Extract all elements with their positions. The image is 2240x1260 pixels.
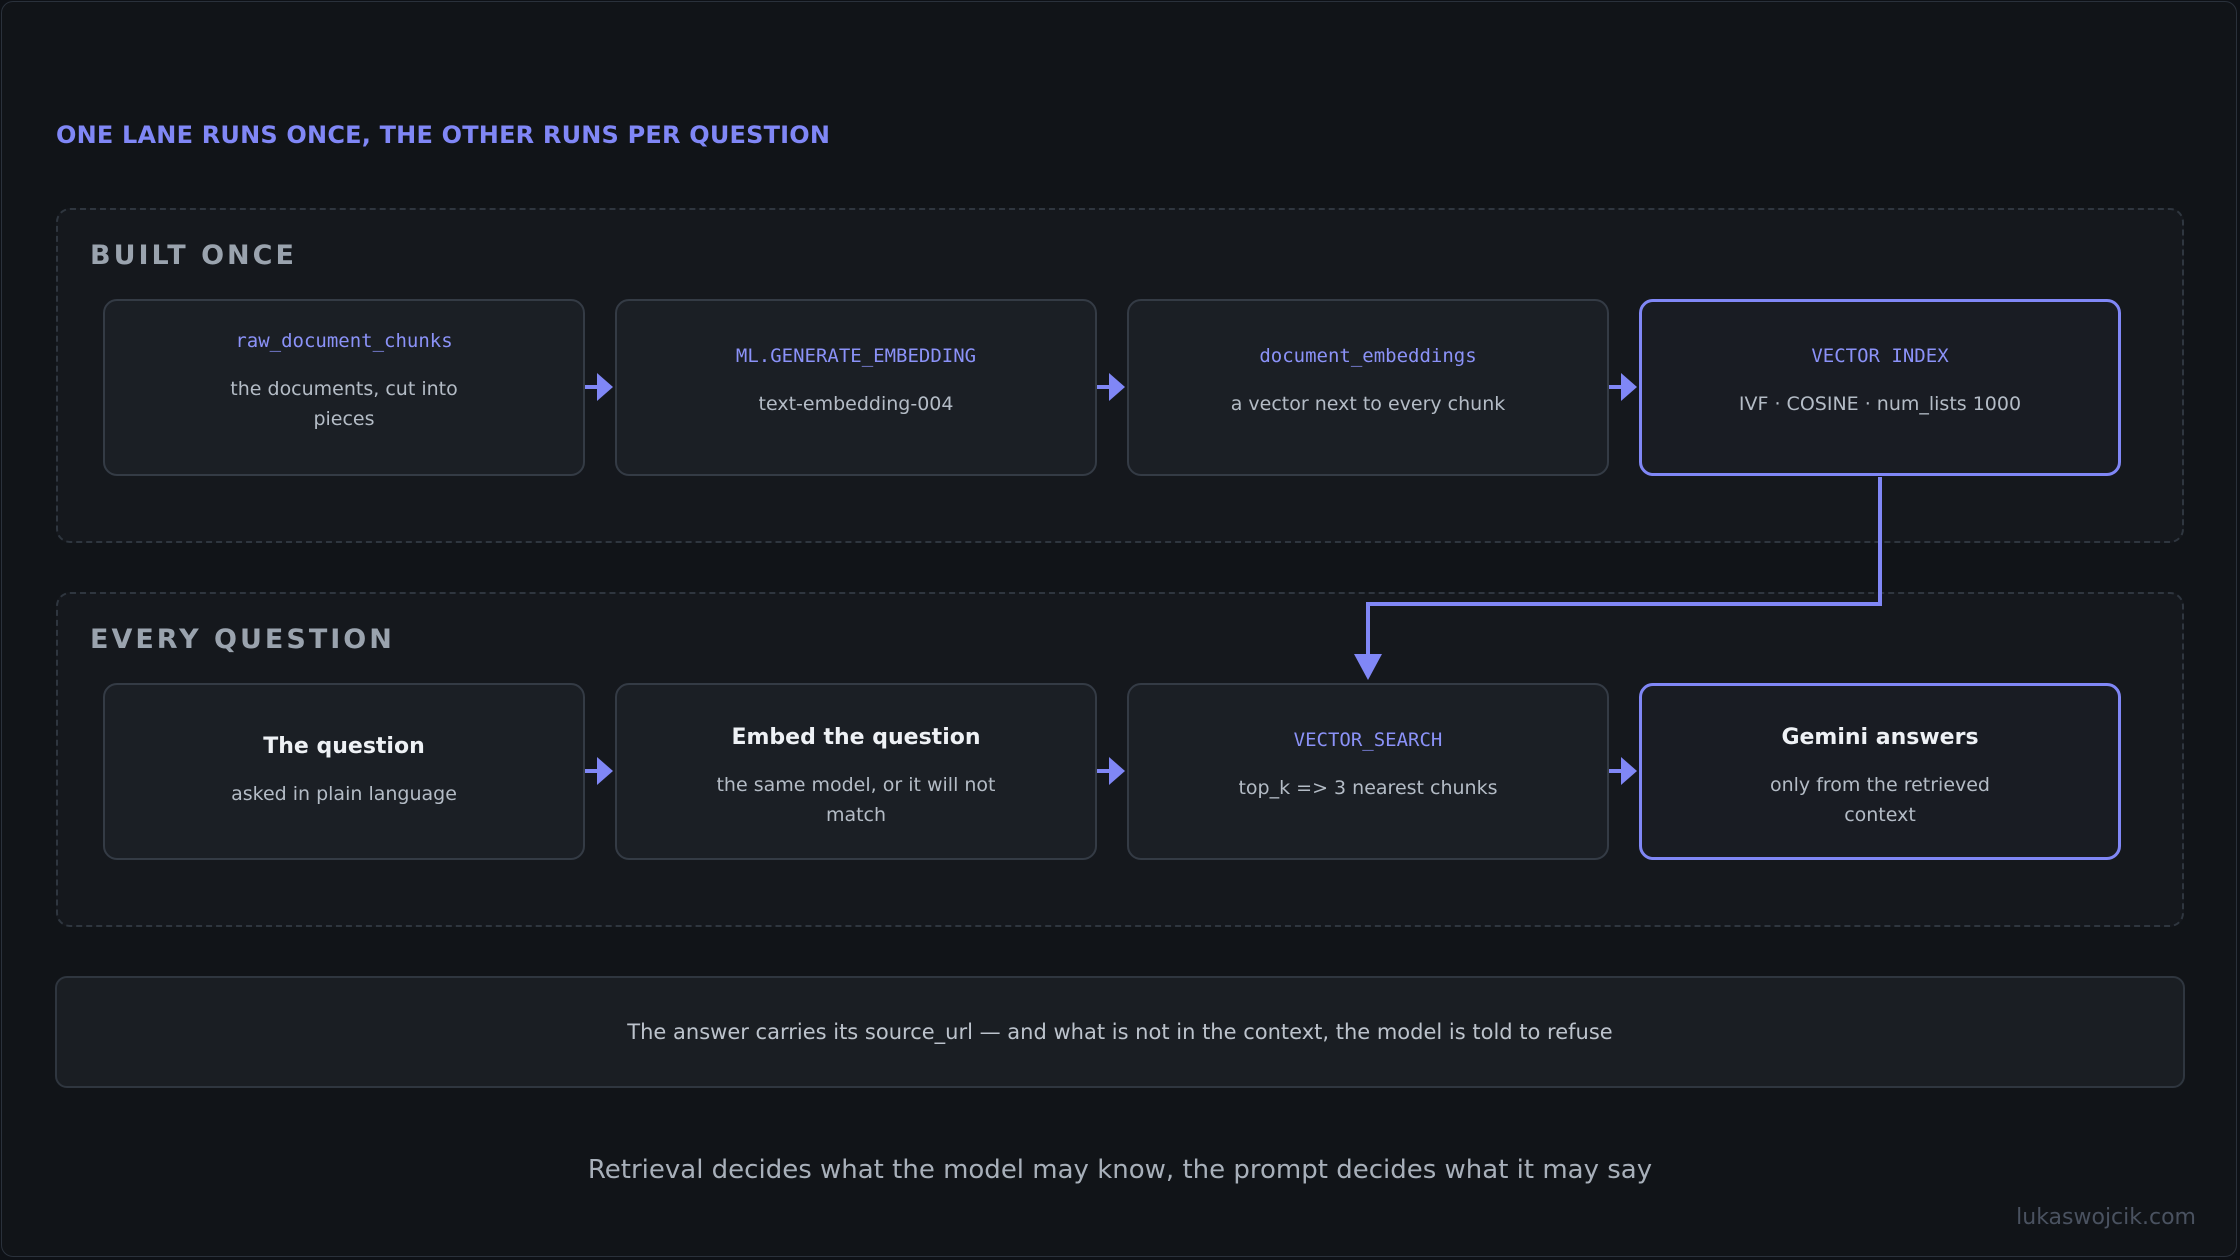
- note-callout: The answer carries its source_url — and …: [55, 976, 2185, 1088]
- credit-text: lukaswojcik.com: [2016, 1205, 2196, 1230]
- arrow-head: [1109, 757, 1125, 785]
- note-text: The answer carries its source_url — and …: [627, 1020, 1613, 1044]
- index-to-search-connector: [1366, 477, 1882, 658]
- arrow-shaft: [1609, 769, 1623, 773]
- arrow-shaft: [585, 385, 599, 389]
- arrow-head: [1621, 373, 1637, 401]
- arrow-head: [597, 757, 613, 785]
- arrow-head: [1621, 757, 1637, 785]
- arrow-shaft: [1097, 769, 1111, 773]
- arrow-shaft: [1097, 385, 1111, 389]
- arrow-head: [597, 373, 613, 401]
- arrow-head: [1109, 373, 1125, 401]
- footer-caption: Retrieval decides what the model may kno…: [587, 1155, 1653, 1185]
- arrow-shaft: [585, 769, 599, 773]
- index-to-search-arrow-head: [1354, 654, 1382, 680]
- arrow-shaft: [1609, 385, 1623, 389]
